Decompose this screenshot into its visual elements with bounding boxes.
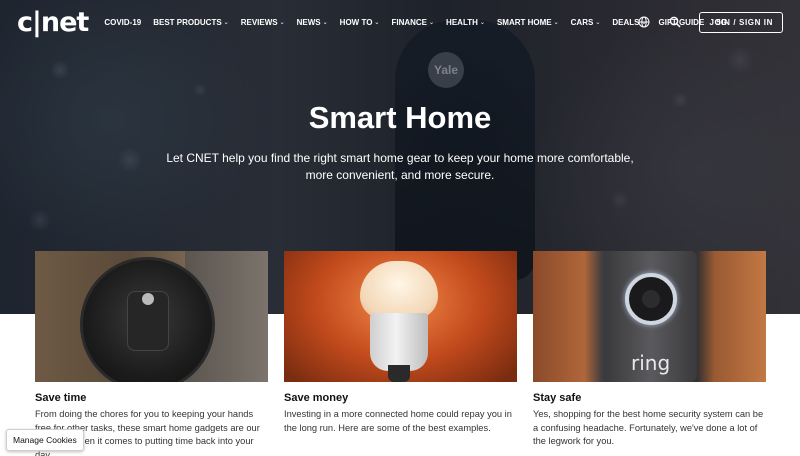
chevron-down-icon: ⌄ [553, 19, 559, 26]
nav-link-label: BEST PRODUCTS [153, 17, 222, 27]
nav-link-label: DEALS [612, 17, 640, 27]
manage-cookies-button[interactable]: Manage Cookies [6, 429, 84, 451]
nav-right-actions: JOIN / SIGN IN [637, 0, 783, 44]
nav-link-label: SMART HOME [496, 17, 552, 27]
smart-bulb-image [284, 251, 517, 382]
card-stay-safe[interactable]: ring Stay safe Yes, shopping for the bes… [533, 251, 766, 449]
cnet-logo[interactable]: c|net [17, 9, 89, 36]
top-navigation: c|net COVID-19 BEST PRODUCTS ⌄ REVIEWS ⌄ NEWS… [0, 0, 800, 44]
card-text: Investing in a more connected home could… [284, 409, 512, 433]
chevron-down-icon: ⌄ [429, 19, 435, 26]
nav-link-finance[interactable]: FINANCE ⌄ [391, 18, 434, 27]
vacuum-button-shape [142, 293, 154, 305]
nav-link-label: REVIEWS [240, 17, 278, 27]
nav-link-reviews[interactable]: REVIEWS ⌄ [241, 18, 285, 27]
ring-logo-text: ring [631, 351, 671, 375]
nav-link-health[interactable]: HEALTH ⌄ [446, 18, 485, 27]
card-title[interactable]: Save money [284, 392, 517, 404]
card-save-time[interactable]: Save time From doing the chores for you … [35, 251, 268, 456]
chevron-down-icon: ⌄ [322, 19, 328, 26]
nav-link-label: HEALTH [446, 17, 478, 27]
nav-link-how-to[interactable]: HOW TO ⌄ [340, 18, 380, 27]
hero-description: Let CNET help you find the right smart h… [166, 151, 634, 182]
join-sign-in-button[interactable]: JOIN / SIGN IN [699, 11, 783, 33]
card-text: Yes, shopping for the best home security… [533, 409, 764, 446]
chevron-down-icon: ⌄ [279, 19, 285, 26]
card-title[interactable]: Stay safe [533, 392, 766, 404]
chevron-down-icon: ⌄ [595, 19, 601, 26]
card-save-money[interactable]: Save money Investing in a more connected… [284, 251, 517, 435]
nav-link-label: CARS [570, 17, 594, 27]
video-doorbell-image: ring [533, 251, 766, 382]
doorbell-button-center [642, 290, 660, 308]
bulb-base-shape [370, 313, 428, 371]
bulb-glass-shape [360, 261, 438, 319]
nav-link-covid-19[interactable]: COVID-19 [104, 18, 141, 27]
globe-icon[interactable] [637, 15, 651, 29]
bulb-cap-shape [388, 365, 410, 382]
page-title: Smart Home [308, 100, 492, 135]
chevron-down-icon: ⌄ [223, 19, 229, 26]
nav-link-label: FINANCE [391, 17, 428, 27]
nav-link-cars[interactable]: CARS ⌄ [571, 18, 601, 27]
nav-link-best-products[interactable]: BEST PRODUCTS ⌄ [153, 18, 228, 27]
nav-link-label: COVID-19 [104, 17, 142, 27]
nav-link-smart-home[interactable]: SMART HOME ⌄ [497, 18, 559, 27]
card-title[interactable]: Save time [35, 392, 268, 404]
chevron-down-icon: ⌄ [479, 19, 485, 26]
nav-link-news[interactable]: NEWS ⌄ [297, 18, 328, 27]
search-icon[interactable] [668, 15, 682, 29]
chevron-down-icon: ⌄ [374, 19, 380, 26]
nav-link-label: NEWS [296, 17, 321, 27]
robot-vacuum-image [35, 251, 268, 382]
nav-link-label: HOW TO [339, 17, 373, 27]
